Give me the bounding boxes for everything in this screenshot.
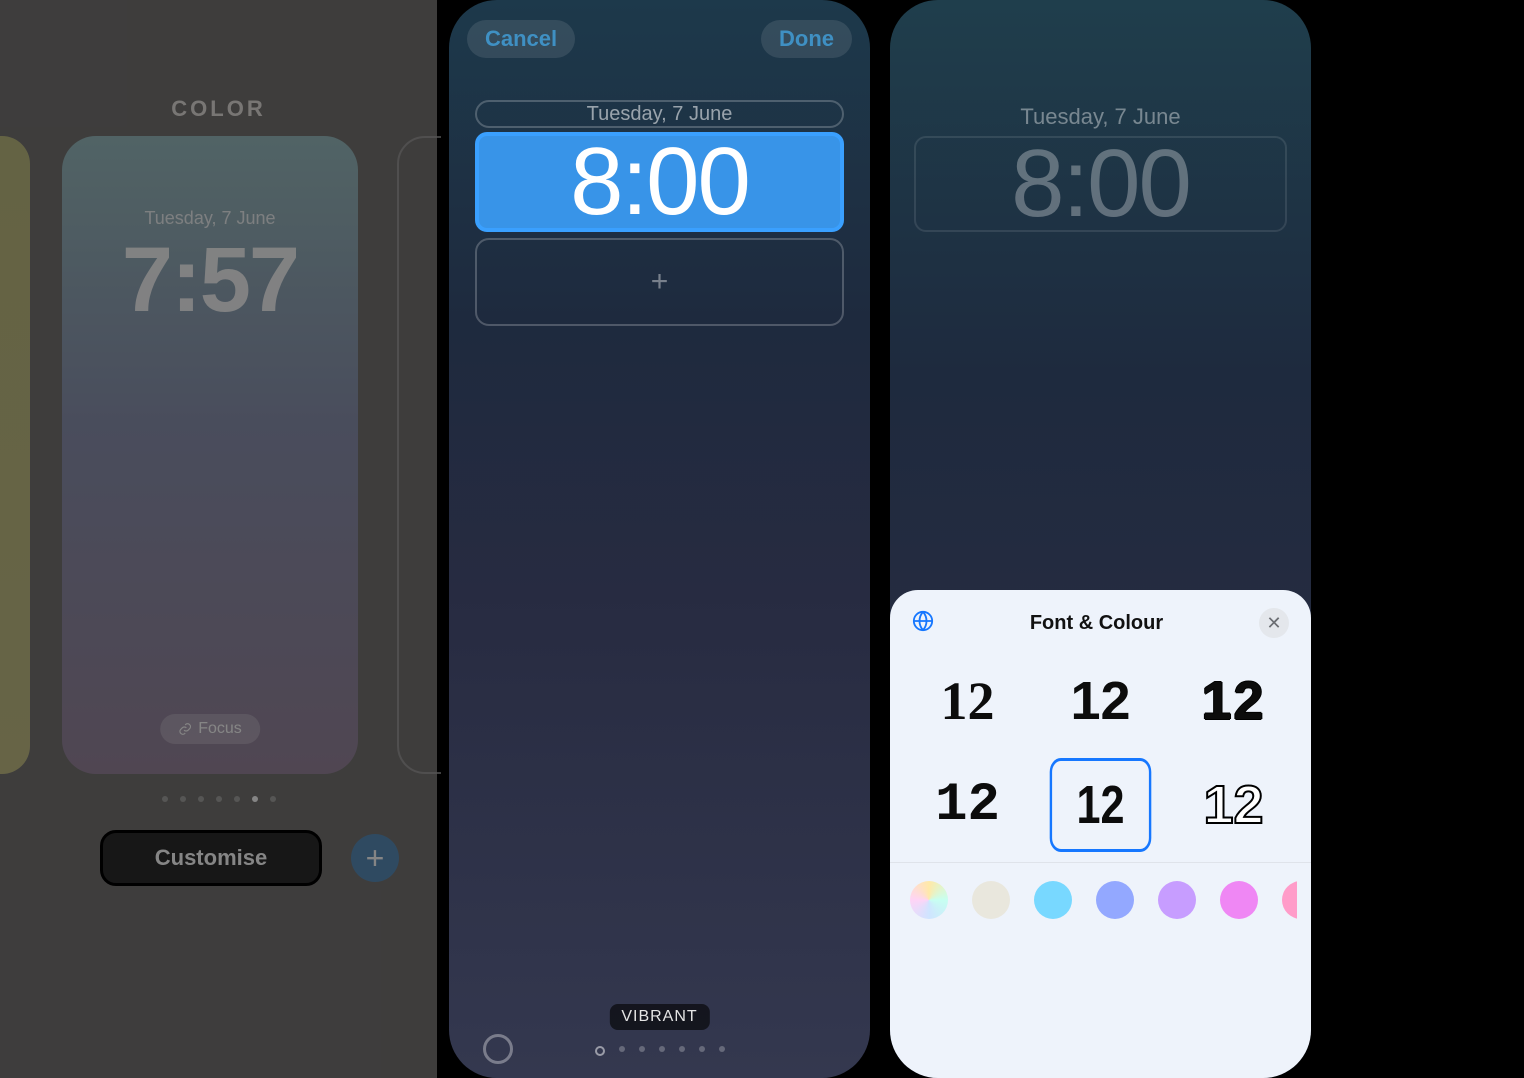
date-text: Tuesday, 7 June — [587, 103, 733, 126]
font-option-5[interactable]: 12 — [1050, 758, 1152, 852]
swatch-lavender[interactable] — [1158, 881, 1196, 919]
close-button[interactable]: ✕ — [1259, 608, 1289, 638]
clock-text: 8:00 — [570, 134, 749, 230]
font-option-6[interactable]: 12 — [1170, 758, 1297, 852]
font-option-3[interactable]: 12 — [1170, 654, 1297, 748]
swatch-pink[interactable] — [1282, 881, 1297, 919]
lockscreen-date: Tuesday, 7 June — [890, 104, 1311, 130]
font-option-4[interactable]: 12 — [904, 758, 1031, 852]
clock-widget-selected[interactable]: 8:00 — [475, 132, 844, 232]
swatch-rainbow[interactable] — [910, 881, 948, 919]
dot-effect-icon — [595, 1046, 605, 1056]
filter-label: VIBRANT — [609, 1004, 709, 1030]
font-grid: 12 12 12 12 12 12 — [904, 654, 1297, 852]
add-widget-slot[interactable]: + — [475, 238, 844, 326]
colour-swatch-row — [904, 881, 1297, 919]
customise-editor-panel: Cancel Done Tuesday, 7 June 8:00 + VIBRA… — [441, 0, 878, 1078]
font-option-1[interactable]: 12 — [904, 654, 1031, 748]
dim-overlay — [0, 0, 437, 1078]
swatch-cream[interactable] — [972, 881, 1010, 919]
divider — [890, 862, 1311, 863]
close-icon: ✕ — [1266, 613, 1281, 634]
swatch-periwinkle[interactable] — [1096, 881, 1134, 919]
wallpaper-gallery-panel: COLOR Tuesday, 7 June 7:57 Focus Customi… — [0, 0, 437, 1078]
plus-icon: + — [651, 265, 669, 299]
font-option-2[interactable]: 12 — [1037, 654, 1164, 748]
swatch-magenta[interactable] — [1220, 881, 1258, 919]
filter-page-indicator — [449, 1046, 870, 1056]
clock-preview: 8:00 — [914, 136, 1287, 232]
done-button[interactable]: Done — [761, 20, 852, 58]
clock-text: 8:00 — [1011, 129, 1190, 239]
font-colour-panel: Tuesday, 7 June 8:00 Font & Colour ✕ 12 … — [882, 0, 1319, 1078]
date-widget-slot[interactable]: Tuesday, 7 June — [475, 100, 844, 128]
sheet-title: Font & Colour — [1030, 612, 1163, 635]
globe-icon[interactable] — [912, 610, 934, 637]
cancel-button[interactable]: Cancel — [467, 20, 575, 58]
swatch-sky[interactable] — [1034, 881, 1072, 919]
font-colour-sheet: Font & Colour ✕ 12 12 12 12 12 12 — [890, 590, 1311, 1078]
